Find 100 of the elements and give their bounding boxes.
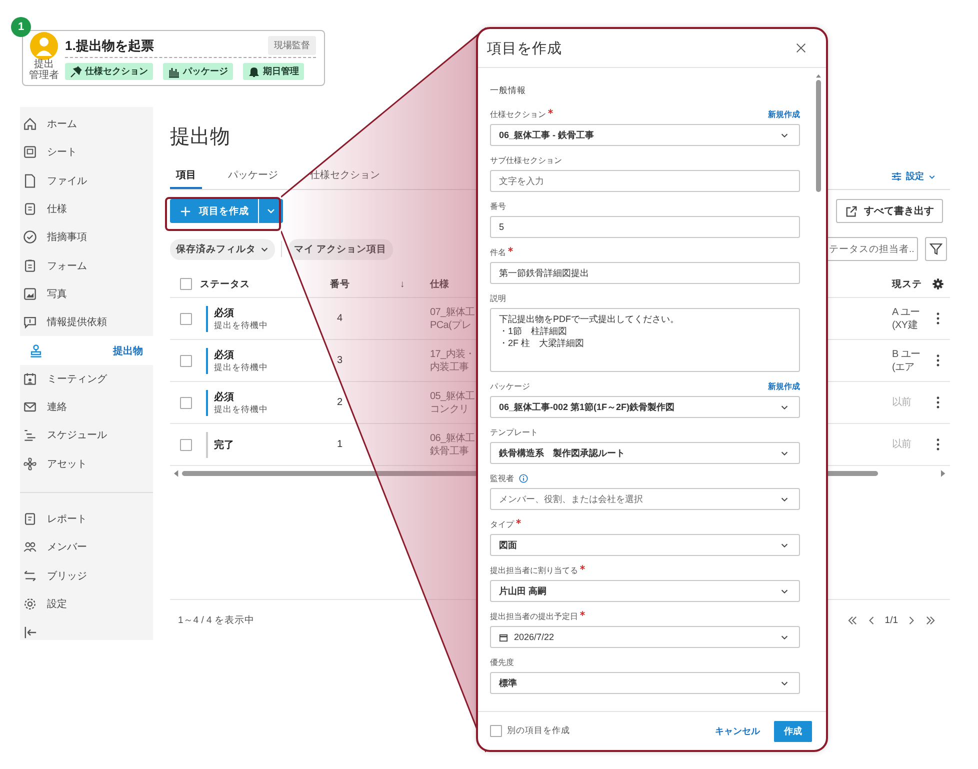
section-heading: 一般情報 bbox=[490, 84, 527, 96]
export-button[interactable]: すべて書き出す bbox=[836, 199, 943, 223]
dropdown-field[interactable]: 06_躯体工事-002 第1節(1F～2F)鉄骨製作図 bbox=[490, 396, 800, 418]
sidebar-item[interactable]: 指摘事項 bbox=[20, 223, 153, 252]
close-icon[interactable] bbox=[796, 43, 806, 53]
tab[interactable]: パッケージ bbox=[222, 165, 284, 189]
status-text: 完了 bbox=[214, 438, 234, 452]
dialog-title: 項目を作成 bbox=[487, 40, 562, 58]
description-field[interactable]: 下記提出物をPDFで一式提出してください。 ・1節 柱詳細図 ・2F 柱 大梁詳細図 bbox=[490, 308, 800, 372]
sidebar-item[interactable]: ミーティング bbox=[20, 364, 153, 393]
create-new-link[interactable]: 新規作成 bbox=[768, 380, 800, 392]
page-indicator: 1/1 bbox=[884, 614, 898, 626]
dropdown-field[interactable]: 片山田 高嗣 bbox=[490, 580, 800, 602]
result-count: 1～4 / 4 を表示中 bbox=[178, 614, 254, 626]
next-page-icon[interactable] bbox=[908, 616, 915, 624]
dropdown-field[interactable]: メンバー、役割、または会社を選択 bbox=[490, 488, 800, 510]
home-icon bbox=[22, 116, 38, 132]
sidebar-item[interactable]: ホーム bbox=[20, 110, 153, 138]
clipboard-icon bbox=[22, 258, 38, 274]
gear-icon bbox=[22, 596, 38, 612]
field-label: テンプレート bbox=[490, 426, 538, 438]
sidebar-item[interactable]: ブリッジ bbox=[20, 561, 153, 590]
last-page-icon[interactable] bbox=[925, 616, 936, 624]
more-icon[interactable] bbox=[936, 354, 940, 367]
first-page-icon[interactable] bbox=[846, 616, 858, 624]
select-all-checkbox[interactable] bbox=[180, 278, 192, 290]
dropdown-field[interactable]: 図面 bbox=[490, 534, 800, 556]
table-cell-text: 4 bbox=[336, 313, 344, 324]
image-icon bbox=[22, 286, 38, 302]
feature-tag: 期日管理 bbox=[243, 63, 304, 80]
table-cell: 17_内装・ 内装工事 bbox=[430, 348, 475, 374]
sidebar-item[interactable]: 写真 bbox=[20, 280, 153, 308]
table-cell: 05_躯体工 コンクリ bbox=[430, 390, 475, 416]
more-icon[interactable] bbox=[936, 312, 940, 325]
chat-icon bbox=[22, 314, 38, 330]
status-text: 必須 bbox=[214, 390, 235, 404]
previous-page-icon[interactable] bbox=[868, 616, 875, 624]
sheet-icon bbox=[22, 144, 38, 160]
settings-link[interactable]: 設定 bbox=[891, 170, 950, 189]
scroll-right-icon[interactable] bbox=[941, 470, 946, 476]
row-checkbox[interactable] bbox=[180, 396, 192, 408]
create-new-link[interactable]: 新規作成 bbox=[768, 108, 800, 120]
sidebar-item[interactable]: レポート bbox=[20, 504, 153, 534]
page-title: 提出物 bbox=[170, 125, 230, 150]
table-cell: 06_躯体工 鉄骨工事 bbox=[430, 432, 475, 458]
text-field[interactable]: 第一節鉄骨詳細図提出 bbox=[490, 262, 800, 284]
more-icon[interactable] bbox=[936, 438, 940, 451]
column-header: 仕様 bbox=[430, 278, 450, 290]
sidebar-item[interactable]: 提出物 bbox=[20, 336, 153, 365]
step-badge: 1 bbox=[11, 17, 31, 37]
row-checkbox[interactable] bbox=[180, 438, 192, 450]
fan-icon bbox=[22, 456, 38, 472]
field-label: 仕様セクション bbox=[490, 108, 554, 120]
table-cell-text: 2 bbox=[336, 397, 344, 408]
sidebar-item[interactable]: 設定 bbox=[20, 590, 153, 618]
text-field[interactable]: 文字を入力 bbox=[490, 170, 800, 192]
column-header: ステータス bbox=[200, 278, 251, 290]
date-field[interactable]: 2026/7/22 bbox=[490, 626, 800, 648]
collapse-sidebar-icon[interactable] bbox=[24, 626, 37, 640]
sidebar-item[interactable]: フォーム bbox=[20, 251, 153, 280]
scroll-up-icon[interactable] bbox=[816, 74, 820, 78]
dropdown-field[interactable]: 鉄骨構造系 製作図承認ルート bbox=[490, 442, 800, 464]
table-cell-text: 以前 bbox=[891, 438, 912, 451]
scroll-left-icon[interactable] bbox=[174, 470, 179, 476]
list-icon bbox=[22, 201, 38, 218]
field-label: 監視者 bbox=[490, 472, 528, 484]
status-detail: 提出を待機中 bbox=[214, 320, 268, 332]
text-field[interactable]: 5 bbox=[490, 216, 800, 238]
create-item-button[interactable]: 項目を作成 bbox=[170, 199, 258, 223]
sidebar-item[interactable]: スケジュール bbox=[20, 421, 153, 450]
sidebar-item[interactable]: メンバー bbox=[20, 533, 153, 562]
submit-button[interactable]: 作成 bbox=[774, 720, 812, 742]
pin-icon bbox=[70, 66, 82, 78]
settings-icon[interactable] bbox=[932, 278, 944, 290]
row-checkbox[interactable] bbox=[180, 312, 192, 324]
cancel-button[interactable]: キャンセル bbox=[715, 724, 760, 738]
dropdown-field[interactable]: 06_躯体工事 - 鉄骨工事 bbox=[490, 124, 800, 146]
check-icon bbox=[22, 229, 38, 246]
tab[interactable]: 項目 bbox=[170, 165, 202, 189]
sidebar-item[interactable]: 連絡 bbox=[20, 392, 153, 422]
filter-button[interactable] bbox=[925, 237, 947, 261]
row-checkbox[interactable] bbox=[180, 354, 192, 366]
sidebar-item[interactable]: 情報提供依頼 bbox=[20, 308, 153, 336]
feature-tag: パッケージ bbox=[163, 63, 233, 80]
table-cell-text: 1 bbox=[336, 439, 344, 450]
sidebar-item[interactable]: アセット bbox=[20, 450, 153, 478]
column-header: 番号 bbox=[330, 278, 351, 290]
field-label: 件名 bbox=[490, 246, 514, 258]
calendar-icon bbox=[499, 632, 508, 642]
caret-icon bbox=[928, 172, 936, 180]
sidebar-item[interactable]: シート bbox=[20, 138, 153, 167]
checkbox[interactable] bbox=[490, 725, 502, 737]
sidebar-item[interactable]: ファイル bbox=[20, 166, 153, 195]
table-cell-text: 3 bbox=[336, 355, 344, 366]
dropdown-field[interactable]: 標準 bbox=[490, 672, 800, 694]
sidebar-item[interactable]: 仕様 bbox=[20, 194, 153, 224]
filter-chip[interactable]: 保存済みフィルタ bbox=[170, 238, 275, 260]
schedule-icon bbox=[22, 427, 38, 444]
field-label: 番号 bbox=[490, 200, 506, 212]
more-icon[interactable] bbox=[936, 396, 940, 409]
